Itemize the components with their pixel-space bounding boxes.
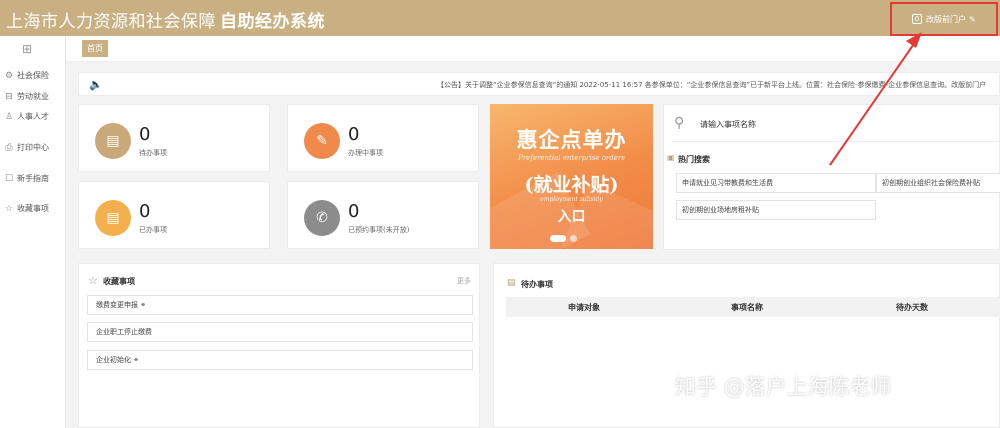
favorite-item[interactable]: 缴费变更申报 ⚭	[87, 295, 473, 315]
stat-card-booked[interactable]: ✆ 0 已预约事项(未开放)	[287, 181, 479, 249]
banner-english-title: Preferential enterprise orders	[518, 154, 625, 162]
speaker-icon: 🔈	[89, 78, 103, 91]
search-input[interactable]	[700, 116, 980, 132]
column-header-pending-days: 待办天数	[896, 303, 928, 312]
hot-search-item[interactable]: 初创期创业组织社会保险费补贴	[876, 173, 1000, 193]
stat-card-processing[interactable]: ✎ 0 办理中事项	[287, 104, 479, 172]
promo-banner[interactable]: 惠企点单办 Preferential enterprise orders (就业…	[490, 104, 653, 249]
portal-badge: 0	[912, 14, 922, 24]
column-header-applicant: 申请对象	[568, 303, 600, 312]
sidebar-item-guide[interactable]: ☐ 新手指南	[4, 173, 49, 184]
favorites-panel: ☆ 收藏事项 更多 缴费变更申报 ⚭ 企业职工停止缴费 企业初始化 ⚭	[78, 263, 480, 428]
banner-title: 惠企点单办	[516, 127, 627, 152]
favorite-item[interactable]: 企业初始化 ⚭	[87, 350, 473, 370]
tab-bar: 首页	[66, 36, 1000, 62]
carousel-dot[interactable]	[570, 235, 577, 242]
hot-search-item[interactable]: 申请就业见习带教费和生活费	[676, 173, 876, 193]
stat-value: 0	[348, 124, 360, 145]
column-header-item-name: 事项名称	[731, 303, 763, 312]
phone-icon: ✆	[304, 200, 340, 236]
edit-document-icon: ✎	[304, 123, 340, 159]
sidebar-item-print-center[interactable]: ⎙ 打印中心	[4, 142, 49, 153]
portal-label: 改版前门户	[926, 14, 966, 24]
favorites-title: 收藏事项	[103, 277, 135, 286]
person-icon: ♙	[4, 111, 14, 122]
search-panel: ⚲ ▣ 热门搜索 申请就业见习带教费和生活费 初创期创业组织社会保险费补贴 初创…	[663, 104, 1000, 250]
system-title: 上海市人力资源和社会保障 自助经办系统	[6, 7, 325, 32]
stat-card-pending[interactable]: ▤ 0 待办事项	[78, 104, 270, 172]
carousel-dot-active[interactable]	[550, 235, 566, 242]
stat-value: 0	[139, 201, 151, 222]
favorite-item[interactable]: 企业职工停止缴费	[87, 322, 473, 342]
star-icon: ☆	[88, 274, 98, 287]
banner-english-subtitle: employment subsidy	[540, 196, 603, 203]
banner-subtitle: (就业补贴)	[524, 174, 619, 196]
hot-search-item[interactable]: 初创期创业场地房租补贴	[676, 200, 876, 220]
sidebar-item-personnel[interactable]: ♙ 人事人才	[4, 111, 49, 122]
stat-value: 0	[348, 201, 360, 222]
stat-label: 办理中事项	[348, 149, 383, 157]
sidebar-item-employment[interactable]: ⊟ 劳动就业	[4, 91, 49, 102]
briefcase-icon: ⊟	[5, 91, 13, 102]
document-icon: ▤	[95, 200, 131, 236]
printer-icon: ⎙	[5, 142, 13, 153]
todo-table-header: 申请对象 事项名称 待办天数	[506, 297, 1000, 317]
notice-bar: 🔈 【公告】关于调整“企业参保信息查询”的通知 2022-05-11 16:57…	[78, 72, 1000, 96]
top-header: 上海市人力资源和社会保障 自助经办系统 0 改版前门户 ✎	[0, 0, 1000, 36]
stat-label: 已预约事项(未开放)	[348, 226, 410, 234]
divider	[672, 141, 1000, 142]
banner-entry: 入口	[557, 209, 586, 225]
guide-icon: ☐	[4, 173, 14, 184]
tab-home[interactable]: 首页	[82, 40, 108, 57]
watermark: 知乎 @落户上海陈老师	[675, 375, 892, 399]
todo-title: 待办事项	[521, 280, 553, 289]
hot-search-title: 热门搜索	[678, 155, 710, 164]
sidebar-item-social-insurance[interactable]: ⚙ 社会保险	[4, 70, 49, 81]
sidebar: ⊞ ⚙ 社会保险 ⊟ 劳动就业 ♙ 人事人才 ⎙ 打印中心 ☐ 新手指南 ☆ 收藏事项	[0, 36, 66, 428]
pencil-icon: ✎	[969, 14, 976, 24]
star-icon: ☆	[4, 203, 14, 214]
stat-label: 已办事项	[139, 226, 167, 234]
favorites-more-link[interactable]: 更多	[457, 276, 471, 286]
hot-search-icon: ▣	[667, 153, 675, 162]
gear-icon: ⚙	[4, 70, 14, 81]
todo-panel: ▤ 待办事项 申请对象 事项名称 待办天数	[493, 263, 1000, 428]
search-icon: ⚲	[674, 115, 685, 131]
clipboard-icon: ▤	[507, 278, 516, 288]
document-icon: ▤	[95, 123, 131, 159]
old-portal-button[interactable]: 0 改版前门户 ✎	[890, 2, 998, 36]
carousel-dots	[550, 235, 577, 242]
link-icon: ⚭	[131, 356, 140, 364]
notice-text[interactable]: 【公告】关于调整“企业参保信息查询”的通知 2022-05-11 16:57 各…	[437, 80, 1000, 90]
title-main: 上海市人力资源和社会保障	[6, 12, 216, 32]
stat-card-done[interactable]: ▤ 0 已办事项	[78, 181, 270, 249]
stat-value: 0	[139, 124, 151, 145]
stat-label: 待办事项	[139, 149, 167, 157]
sidebar-item-favorites[interactable]: ☆ 收藏事项	[4, 203, 49, 214]
title-bold: 自助经办系统	[220, 12, 325, 32]
link-icon: ⚭	[138, 301, 147, 309]
grid-menu-icon[interactable]: ⊞	[22, 42, 32, 56]
